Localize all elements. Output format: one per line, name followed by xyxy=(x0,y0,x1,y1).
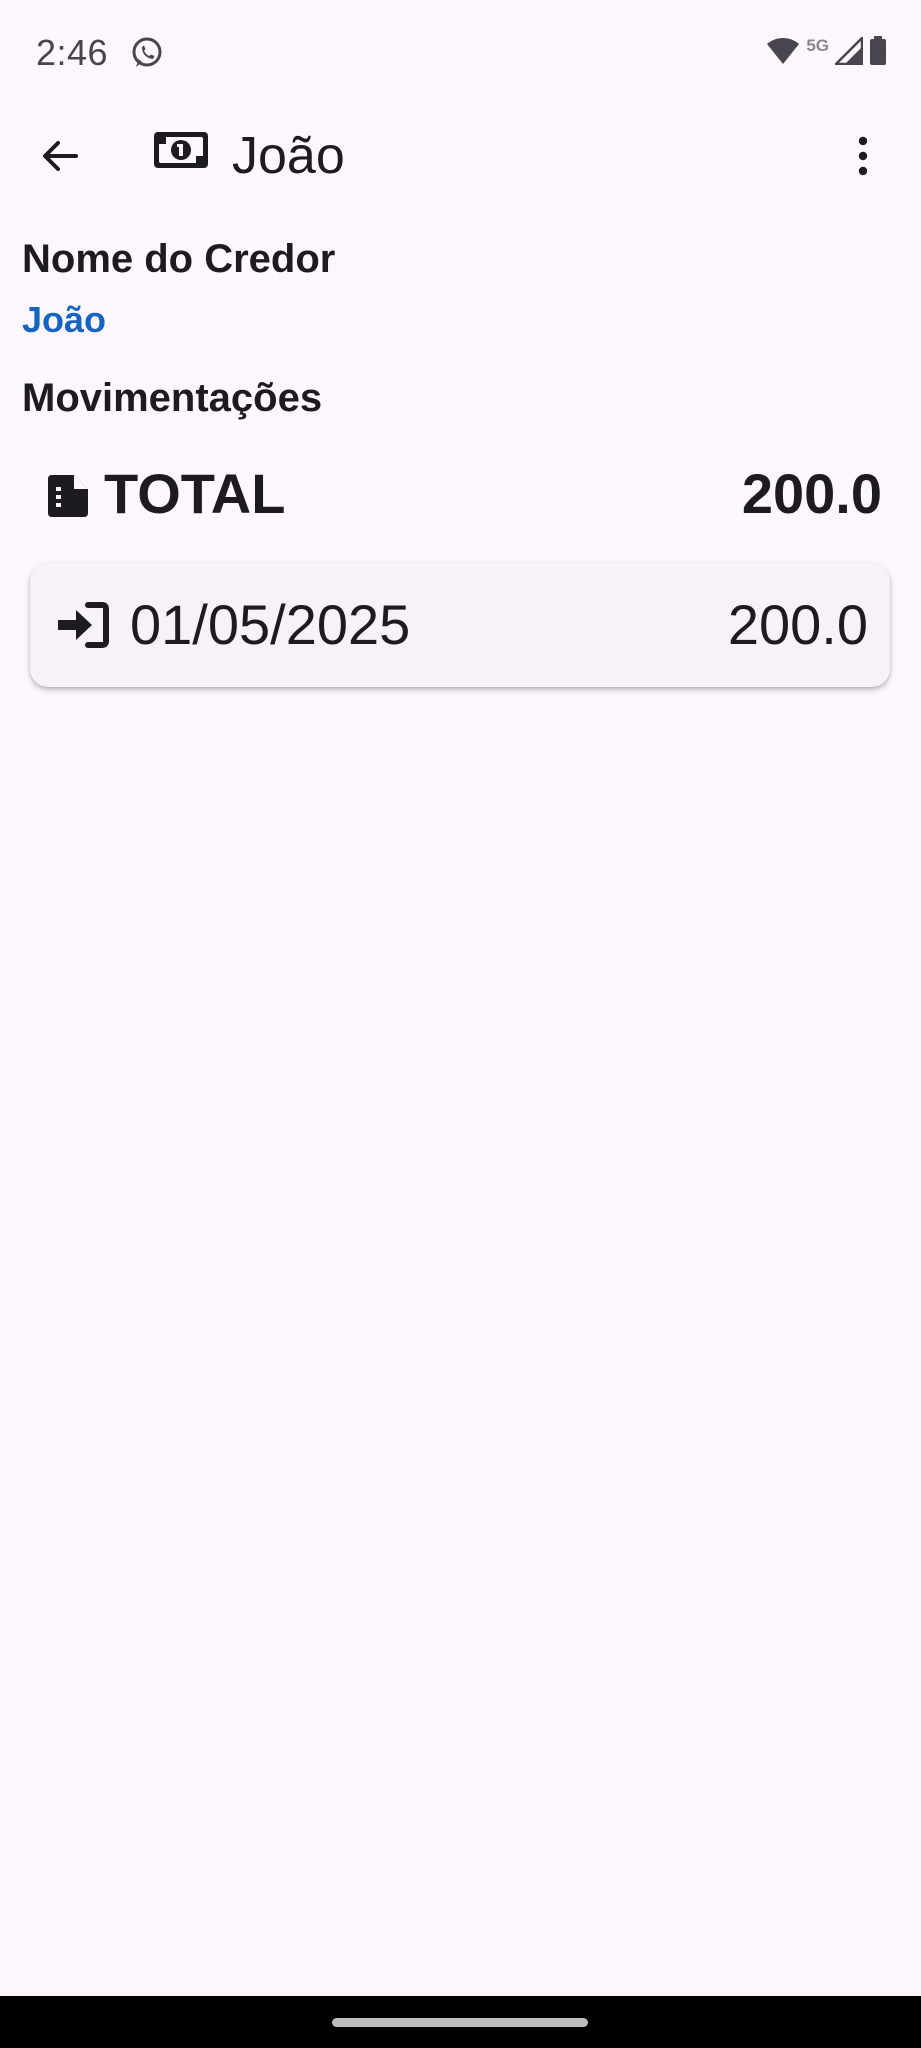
status-time: 2:46 xyxy=(36,32,109,73)
app-bar: João xyxy=(0,110,921,250)
file-invoice-icon xyxy=(48,475,88,517)
movement-card[interactable]: 01/05/2025 200.0 xyxy=(30,563,890,687)
sign-in-icon xyxy=(56,601,110,649)
wifi-icon xyxy=(766,36,800,71)
back-button[interactable] xyxy=(30,126,90,186)
home-handle[interactable] xyxy=(332,2018,588,2027)
movement-date: 01/05/2025 xyxy=(130,593,411,656)
movement-value: 200.0 xyxy=(727,593,868,656)
network-label: 5G xyxy=(806,36,829,55)
total-row: TOTAL 200.0 xyxy=(48,458,882,530)
arrow-back-icon xyxy=(43,141,78,171)
whatsapp-icon xyxy=(130,36,164,70)
more-options-button[interactable] xyxy=(833,126,893,186)
movements-label: Movimentações xyxy=(22,376,323,420)
status-icons: 5G xyxy=(766,34,887,71)
page-title: João xyxy=(232,127,345,185)
status-bar: 2:46 5G xyxy=(0,0,921,110)
total-label: TOTAL xyxy=(104,462,286,525)
creditor-name: João xyxy=(22,299,107,340)
battery-icon xyxy=(869,35,887,71)
creditor-label: Nome do Credor xyxy=(22,237,336,281)
money-bill-icon xyxy=(152,128,210,172)
navigation-bar xyxy=(0,1996,921,2048)
total-value: 200.0 xyxy=(741,462,882,525)
more-vert-icon xyxy=(858,136,868,176)
signal-icon xyxy=(832,34,864,70)
